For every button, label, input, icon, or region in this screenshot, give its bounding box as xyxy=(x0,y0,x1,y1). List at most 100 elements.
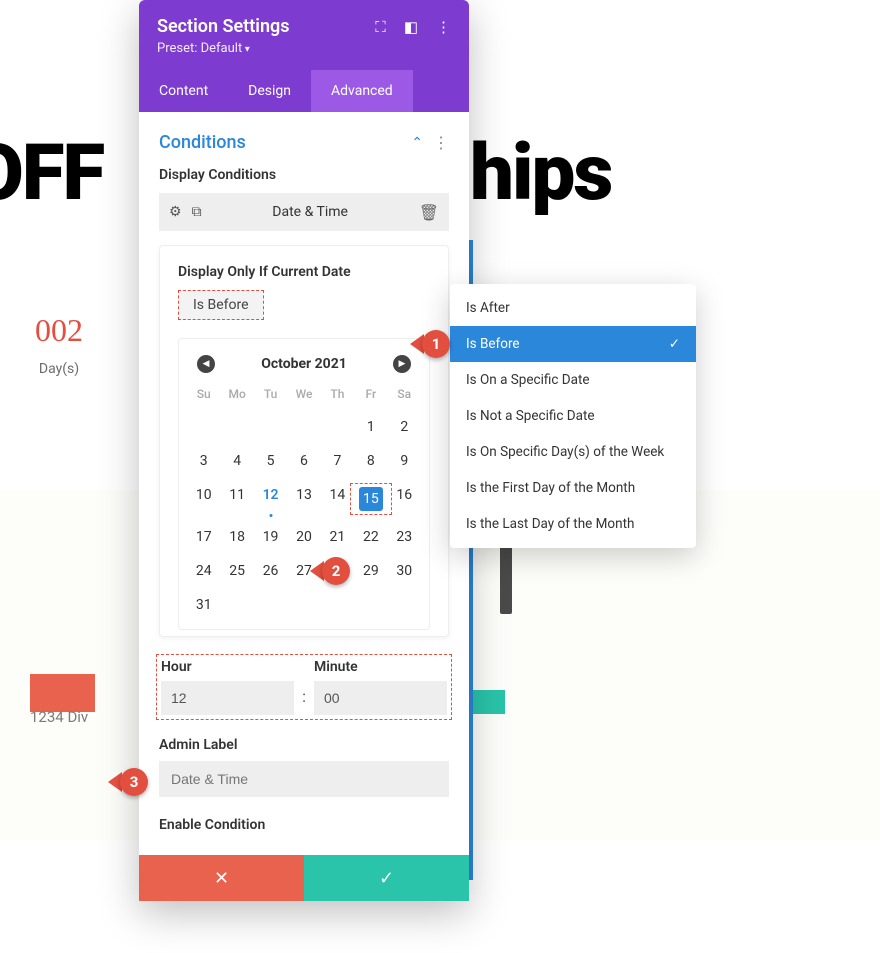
calendar-day xyxy=(287,419,320,435)
calendar-day[interactable]: 8 xyxy=(354,453,387,469)
date-condition-card: Display Only If Current Date Is Before ◀… xyxy=(159,245,449,637)
chevron-up-icon[interactable]: ⌃ xyxy=(411,135,423,151)
calendar-day[interactable]: 29 xyxy=(354,563,387,579)
calendar-day[interactable]: 10 xyxy=(187,487,220,511)
calendar-day[interactable]: 26 xyxy=(254,563,287,579)
admin-label-heading: Admin Label xyxy=(159,737,449,753)
duplicate-icon[interactable]: ⧉ xyxy=(192,204,202,220)
calendar-day xyxy=(388,597,421,613)
confirm-button[interactable]: ✓ xyxy=(304,855,469,901)
calendar-day[interactable]: 4 xyxy=(220,453,253,469)
calendar-day[interactable]: 31 xyxy=(187,597,220,613)
calendar-day[interactable]: 13 xyxy=(287,487,320,511)
bg-text-hips: hips xyxy=(470,128,611,219)
calendar-day[interactable]: 7 xyxy=(321,453,354,469)
dropdown-item[interactable]: Is Not a Specific Date xyxy=(450,398,696,434)
calendar-day-header: Tu xyxy=(254,387,287,401)
dropdown-item[interactable]: Is After xyxy=(450,290,696,326)
mode-select[interactable]: Is Before xyxy=(178,290,264,320)
annotation-marker-2: 2 xyxy=(310,557,350,585)
minute-input[interactable] xyxy=(314,681,447,715)
display-conditions-label: Display Conditions xyxy=(139,167,469,193)
bg-divi-text: 1234 Div xyxy=(30,708,88,726)
hour-input[interactable] xyxy=(161,681,294,715)
calendar-day-header: Mo xyxy=(220,387,253,401)
expand-icon[interactable]: ⛶ xyxy=(375,18,386,36)
tab-content[interactable]: Content xyxy=(139,70,228,112)
calendar-day[interactable]: 16 xyxy=(388,487,421,511)
tab-advanced[interactable]: Advanced xyxy=(311,70,413,112)
dropdown-item[interactable]: Is On Specific Day(s) of the Week xyxy=(450,434,696,470)
calendar-day xyxy=(321,597,354,613)
bg-counter: 002 Day(s) xyxy=(35,312,83,377)
enable-condition-label: Enable Condition xyxy=(159,817,449,833)
calendar-day[interactable]: 23 xyxy=(388,529,421,545)
minute-label: Minute xyxy=(314,659,447,675)
calendar-day-header: Fr xyxy=(354,387,387,401)
calendar-day[interactable]: 12 xyxy=(254,487,287,511)
calendar-day[interactable]: 9 xyxy=(388,453,421,469)
calendar-month: October 2021 xyxy=(261,356,347,372)
calendar-day-header: Su xyxy=(187,387,220,401)
prev-month-button[interactable]: ◀ xyxy=(197,355,215,373)
bg-red-block xyxy=(30,674,95,712)
calendar-day xyxy=(254,597,287,613)
conditions-header[interactable]: Conditions ⌃ ⋮ xyxy=(139,112,469,167)
calendar-day xyxy=(354,597,387,613)
dropdown-item[interactable]: Is On a Specific Date xyxy=(450,362,696,398)
calendar-day-header: Th xyxy=(321,387,354,401)
calendar-day[interactable]: 15 xyxy=(354,487,387,511)
calendar-day[interactable]: 25 xyxy=(220,563,253,579)
section-more-icon[interactable]: ⋮ xyxy=(433,133,449,152)
calendar-day[interactable]: 18 xyxy=(220,529,253,545)
calendar-day[interactable]: 11 xyxy=(220,487,253,511)
calendar-day[interactable]: 14 xyxy=(321,487,354,511)
card-label: Display Only If Current Date xyxy=(178,264,430,280)
calendar-day xyxy=(187,419,220,435)
calendar-day xyxy=(287,597,320,613)
calendar-day[interactable]: 30 xyxy=(388,563,421,579)
trash-icon[interactable]: 🗑 xyxy=(419,203,439,222)
tab-design[interactable]: Design xyxy=(228,70,311,112)
bg-counter-num: 002 xyxy=(35,312,83,349)
calendar-day[interactable]: 1 xyxy=(354,419,387,435)
calendar-day xyxy=(220,597,253,613)
cancel-button[interactable]: ✕ xyxy=(139,855,304,901)
calendar-day[interactable]: 19 xyxy=(254,529,287,545)
calendar-day[interactable]: 5 xyxy=(254,453,287,469)
calendar-day[interactable]: 22 xyxy=(354,529,387,545)
calendar-day xyxy=(321,419,354,435)
admin-label-input[interactable] xyxy=(159,761,449,797)
dropdown-item[interactable]: Is the Last Day of the Month xyxy=(450,506,696,542)
calendar-day[interactable]: 21 xyxy=(321,529,354,545)
next-month-button[interactable]: ▶ xyxy=(393,355,411,373)
calendar-day xyxy=(220,419,253,435)
time-colon: : xyxy=(302,687,306,715)
annotation-marker-3: 3 xyxy=(108,768,148,796)
dropdown-item[interactable]: Is Before✓ xyxy=(450,326,696,362)
bg-text-off: OFF xyxy=(0,128,103,219)
hour-label: Hour xyxy=(161,659,294,675)
calendar-day-header: Sa xyxy=(388,387,421,401)
check-icon: ✓ xyxy=(669,336,680,352)
calendar-day[interactable]: 6 xyxy=(287,453,320,469)
calendar-day[interactable]: 20 xyxy=(287,529,320,545)
calendar-day[interactable]: 17 xyxy=(187,529,220,545)
mode-dropdown: Is AfterIs Before✓Is On a Specific DateI… xyxy=(450,284,696,548)
calendar: ◀ October 2021 ▶ SuMoTuWeThFrSa123456789… xyxy=(178,338,430,630)
calendar-day[interactable]: 2 xyxy=(388,419,421,435)
conditions-title: Conditions xyxy=(159,132,246,153)
snap-icon[interactable]: ◧ xyxy=(404,18,418,36)
calendar-day-header: We xyxy=(287,387,320,401)
calendar-day[interactable]: 3 xyxy=(187,453,220,469)
panel-header: Section Settings ⛶ ◧ ⋮ Preset: Default xyxy=(139,0,469,70)
more-icon[interactable]: ⋮ xyxy=(436,18,451,36)
condition-row[interactable]: ⚙ ⧉ Date & Time 🗑 xyxy=(159,193,449,231)
gear-icon[interactable]: ⚙ xyxy=(169,204,182,220)
calendar-day[interactable]: 24 xyxy=(187,563,220,579)
time-row: Hour : Minute xyxy=(159,657,449,717)
settings-panel: Section Settings ⛶ ◧ ⋮ Preset: Default C… xyxy=(139,0,469,901)
dropdown-item[interactable]: Is the First Day of the Month xyxy=(450,470,696,506)
tabs: Content Design Advanced xyxy=(139,70,469,112)
preset-selector[interactable]: Preset: Default xyxy=(157,41,451,56)
